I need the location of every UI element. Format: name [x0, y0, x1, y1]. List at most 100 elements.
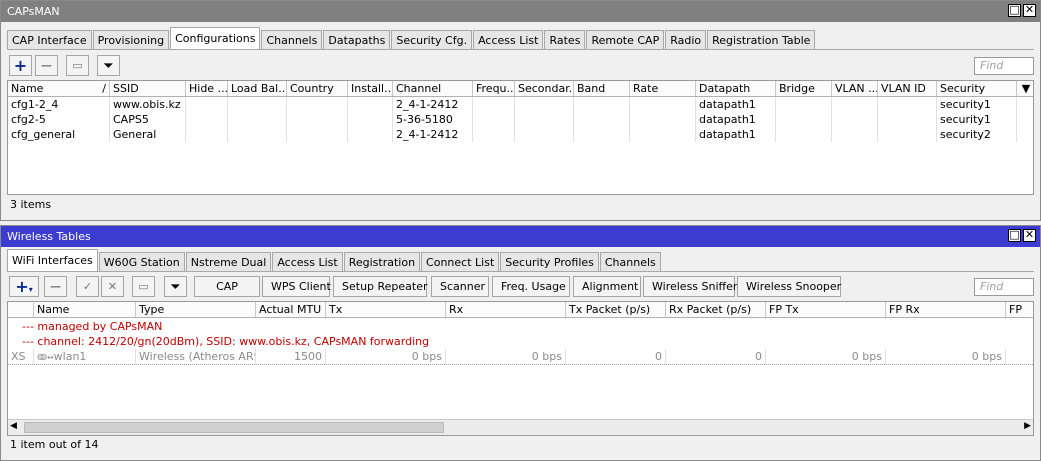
scrollbar-thumb[interactable]: [24, 422, 444, 433]
cell-empty: [878, 127, 937, 142]
cell-empty: [228, 127, 287, 142]
table-row[interactable]: cfg1-2_4 www.obis.kz 2_4-1-2412 datapath…: [8, 97, 1033, 112]
cell-security: security2: [937, 127, 1017, 142]
col-secondary[interactable]: Secondar...: [515, 81, 574, 96]
tab-channels[interactable]: Channels: [599, 252, 661, 271]
tab-rates[interactable]: Rates: [544, 30, 586, 49]
comment-button[interactable]: ▭: [66, 55, 89, 76]
disable-button[interactable]: ✕: [101, 276, 124, 297]
tab-registration-table[interactable]: Registration Table: [707, 30, 816, 49]
col-band[interactable]: Band: [574, 81, 630, 96]
enable-button[interactable]: ✓: [76, 276, 99, 297]
tab-registration[interactable]: Registration: [343, 252, 421, 271]
col-name[interactable]: Name: [34, 302, 136, 317]
tab-security-profiles[interactable]: Security Profiles: [500, 252, 599, 271]
tab-remote-cap[interactable]: Remote CAP: [586, 30, 665, 49]
col-flags[interactable]: [8, 302, 34, 317]
col-ssid[interactable]: SSID: [110, 81, 186, 96]
wireless-sniffer-button[interactable]: Wireless Sniffer: [643, 276, 737, 297]
scroll-left-icon[interactable]: ◀: [10, 421, 17, 431]
wireless-snooper-button[interactable]: Wireless Snooper: [737, 276, 841, 297]
col-fp-rx[interactable]: FP Rx: [886, 302, 1006, 317]
alignment-button[interactable]: Alignment: [573, 276, 641, 297]
wps-client-button[interactable]: WPS Client: [262, 276, 331, 297]
scanner-button[interactable]: Scanner: [431, 276, 489, 297]
remove-button[interactable]: —: [35, 55, 58, 76]
find-input[interactable]: Find: [974, 57, 1034, 75]
cell-fp-rx: 0 bps: [886, 349, 1006, 364]
tab-w60g-station[interactable]: W60G Station: [98, 252, 185, 271]
col-vlan-id[interactable]: VLAN ID: [878, 81, 937, 96]
cell-empty: [630, 112, 696, 127]
tab-access-list[interactable]: Access List: [473, 30, 544, 49]
col-actual-mtu[interactable]: Actual MTU: [256, 302, 326, 317]
tab-channels[interactable]: Channels: [261, 30, 323, 49]
cell-datapath: datapath1: [696, 127, 776, 142]
cell-empty: [832, 112, 878, 127]
tab-connect-list[interactable]: Connect List: [421, 252, 500, 271]
maximize-button[interactable]: □: [1008, 229, 1021, 242]
wireless-titlebar[interactable]: Wireless Tables □ ✕: [1, 226, 1040, 247]
cell-rx-packet: 0: [666, 349, 766, 364]
horizontal-scrollbar[interactable]: ◀ ▶: [8, 419, 1033, 435]
col-rate[interactable]: Rate: [630, 81, 696, 96]
tab-access-list[interactable]: Access List: [272, 252, 343, 271]
tab-nstreme-dual[interactable]: Nstreme Dual: [185, 252, 272, 271]
freq-usage-button[interactable]: Freq. Usage: [492, 276, 570, 297]
cell-empty: [228, 97, 287, 112]
tab-security-cfg[interactable]: Security Cfg.: [391, 30, 473, 49]
find-input[interactable]: Find: [974, 278, 1034, 296]
tab-cap-interface[interactable]: CAP Interface: [7, 30, 92, 49]
tab-wifi-interfaces[interactable]: WiFi Interfaces: [7, 249, 98, 271]
wireless-title: Wireless Tables: [7, 230, 91, 243]
table-row[interactable]: XS ↂ↔wlan1 Wireless (Atheros AR9... 1500…: [8, 349, 1033, 365]
tab-divider: [7, 271, 1034, 272]
cell-datapath: datapath1: [696, 112, 776, 127]
col-tx-packet[interactable]: Tx Packet (p/s): [566, 302, 666, 317]
col-security[interactable]: Security: [937, 81, 1017, 96]
remove-button[interactable]: —: [44, 276, 67, 297]
col-channel[interactable]: Channel: [393, 81, 473, 96]
add-dropdown-button[interactable]: +▾: [9, 276, 39, 297]
cell-datapath: datapath1: [696, 97, 776, 112]
close-button[interactable]: ✕: [1023, 4, 1036, 17]
tab-provisioning[interactable]: Provisioning: [92, 30, 170, 49]
col-type[interactable]: Type: [136, 302, 256, 317]
col-install[interactable]: Install...: [348, 81, 393, 96]
table-row[interactable]: cfg_general General 2_4-1-2412 datapath1…: [8, 127, 1033, 142]
close-button[interactable]: ✕: [1023, 229, 1036, 242]
cell-channel: 2_4-1-2412: [393, 97, 473, 112]
col-bridge[interactable]: Bridge: [776, 81, 832, 96]
column-menu-icon[interactable]: ▼: [1017, 81, 1033, 96]
add-button[interactable]: +: [9, 55, 32, 76]
cell-ssid: www.obis.kz: [110, 97, 186, 112]
col-country[interactable]: Country: [287, 81, 348, 96]
tab-configurations[interactable]: Configurations: [170, 27, 261, 49]
cell-mtu: 1500: [256, 349, 326, 364]
col-tx[interactable]: Tx: [326, 302, 446, 317]
col-vlan-mode[interactable]: VLAN ...: [832, 81, 878, 96]
col-rx[interactable]: Rx: [446, 302, 566, 317]
col-name[interactable]: Name /: [8, 81, 110, 96]
filter-button[interactable]: ⏷: [97, 55, 120, 76]
capsman-titlebar[interactable]: CAPsMAN □ ✕: [1, 1, 1040, 22]
cap-button[interactable]: CAP: [194, 276, 260, 297]
cell-empty: [473, 127, 515, 142]
tab-divider: [7, 49, 1034, 50]
col-load-balance[interactable]: Load Bal...: [228, 81, 287, 96]
col-fp[interactable]: FP: [1006, 302, 1033, 317]
cell-empty: [473, 97, 515, 112]
tab-datapaths[interactable]: Datapaths: [323, 30, 391, 49]
comment-button[interactable]: ▭: [132, 276, 155, 297]
col-rx-packet[interactable]: Rx Packet (p/s): [666, 302, 766, 317]
maximize-button[interactable]: □: [1008, 4, 1021, 17]
col-frequency[interactable]: Frequ...: [473, 81, 515, 96]
col-fp-tx[interactable]: FP Tx: [766, 302, 886, 317]
table-row[interactable]: cfg2-5 CAPS5 5-36-5180 datapath1 securit…: [8, 112, 1033, 127]
setup-repeater-button[interactable]: Setup Repeater: [333, 276, 428, 297]
scroll-right-icon[interactable]: ▶: [1024, 421, 1031, 431]
col-hide[interactable]: Hide ...: [186, 81, 228, 96]
tab-radio[interactable]: Radio: [665, 30, 707, 49]
col-datapath[interactable]: Datapath: [696, 81, 776, 96]
filter-button[interactable]: ⏷: [164, 276, 187, 297]
